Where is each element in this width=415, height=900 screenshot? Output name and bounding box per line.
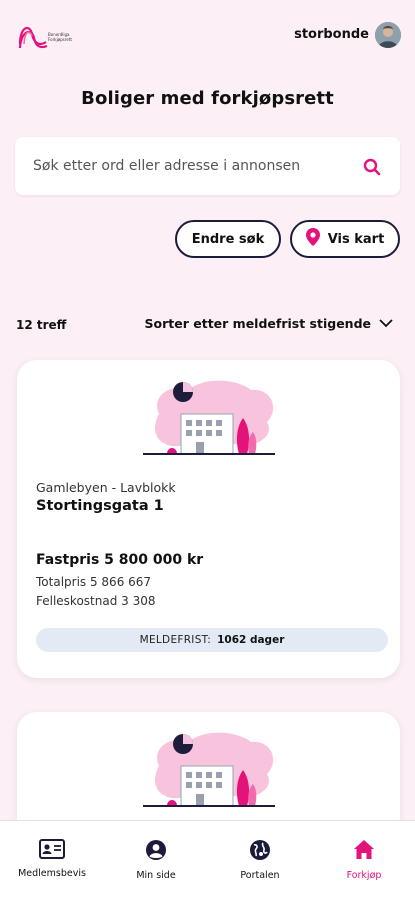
tab-label: Medlemsbevis: [18, 868, 86, 879]
result-count: 12 treff: [16, 318, 67, 332]
page-title: Boliger med forkjøpsrett: [81, 88, 334, 109]
building-illustration: [139, 726, 279, 814]
user-circle-icon: [145, 839, 167, 865]
listing-total: Totalpris 5 866 667: [36, 575, 152, 589]
search-icon[interactable]: [362, 157, 382, 177]
chevron-down-icon: [379, 316, 393, 331]
globe-icon: [249, 839, 271, 865]
listing-card[interactable]: Gamlebyen - Lavblokk Stortingsgata 1 Fas…: [17, 360, 400, 678]
show-map-label: Vis kart: [327, 231, 385, 247]
tab-medlemsbevis[interactable]: Medlemsbevis: [0, 821, 104, 900]
logo-icon: [18, 26, 48, 49]
deadline-key: MELDEFRIST:: [139, 634, 212, 646]
listing-area: Gamlebyen - Lavblokk: [36, 480, 176, 495]
tab-label: Min side: [136, 870, 176, 881]
bottom-tab-bar: Medlemsbevis Min side Portalen Forkjøp: [0, 820, 415, 900]
tab-min-side[interactable]: Min side: [104, 821, 208, 900]
app-header: Bonordliga Forkjøpsrett storbonde: [0, 0, 415, 70]
tab-label: Forkjøp: [346, 870, 382, 881]
search-input[interactable]: [33, 137, 353, 195]
deadline-badge: MELDEFRIST: 1062 dager: [36, 628, 388, 652]
tab-portalen[interactable]: Portalen: [208, 821, 312, 900]
search-box: [15, 137, 400, 195]
tab-forkjop[interactable]: Forkjøp: [312, 821, 415, 900]
map-pin-icon: [305, 228, 320, 250]
sort-label: Sorter etter meldefrist stigende: [144, 316, 371, 331]
id-card-icon: [39, 839, 65, 863]
edit-search-label: Endre søk: [191, 231, 265, 247]
listing-price: Fastpris 5 800 000 kr: [36, 552, 204, 568]
logo-text: Bonordliga Forkjøpsrett: [48, 32, 72, 42]
house-icon: [353, 839, 375, 865]
tab-label: Portalen: [240, 870, 280, 881]
building-illustration: [139, 374, 279, 462]
deadline-value: 1062 dager: [217, 634, 285, 646]
edit-search-button[interactable]: Endre søk: [175, 220, 281, 258]
username[interactable]: storbonde: [294, 27, 369, 42]
show-map-button[interactable]: Vis kart: [290, 220, 400, 258]
logo-text-line2: Forkjøpsrett: [48, 37, 72, 42]
avatar[interactable]: [375, 22, 401, 48]
listing-street: Stortingsgata 1: [36, 498, 164, 514]
sort-dropdown[interactable]: Sorter etter meldefrist stigende: [145, 316, 393, 331]
listing-felles: Felleskostnad 3 308: [36, 594, 156, 608]
